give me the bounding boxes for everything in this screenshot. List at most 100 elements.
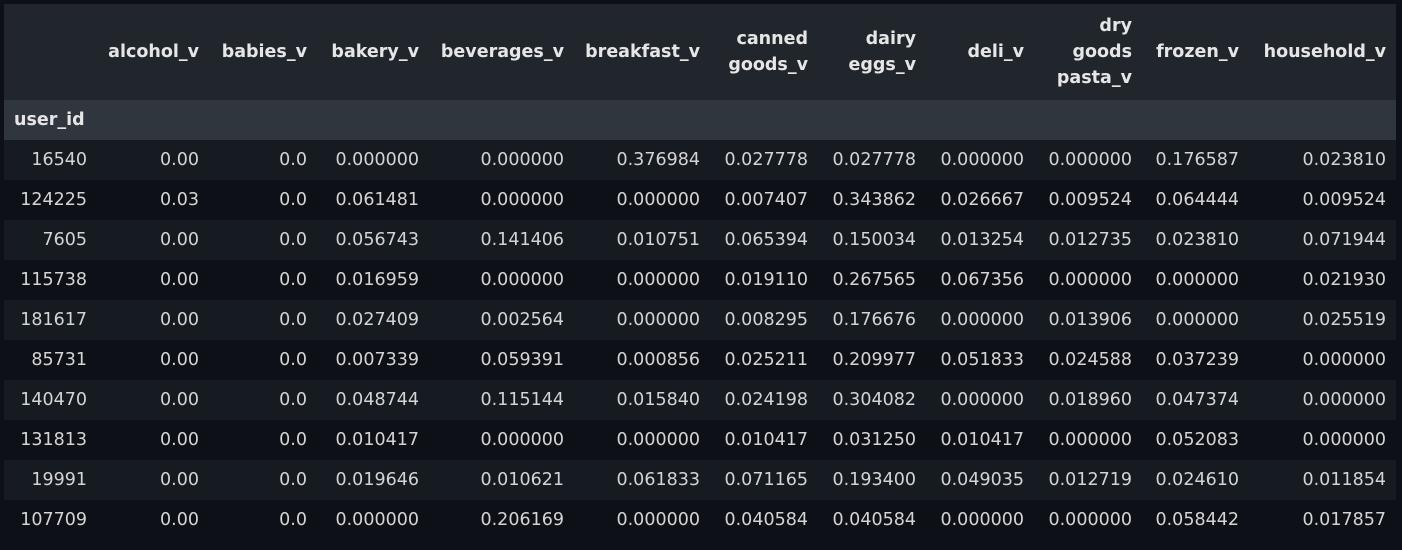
table-cell: 0.206169: [480, 510, 564, 530]
column-header-label: deli_v: [967, 39, 1024, 65]
table-row: 140470 0.00 0.0 0.048744 0.115144 0.015840 0.0…: [4, 380, 1396, 420]
table-cell: 0.010751: [616, 230, 700, 250]
table-cell: 0.343862: [832, 190, 916, 210]
table-cell: 0.049035: [940, 470, 1024, 490]
table-cell: 0.0: [279, 310, 307, 330]
table-cell: 0.000000: [616, 430, 700, 450]
table-cell: 0.0: [279, 230, 307, 250]
table-cell: 0.0: [279, 190, 307, 210]
table-cell: 0.00: [160, 470, 199, 490]
table-cell: 0.000000: [616, 510, 700, 530]
column-header-line: deli_v: [967, 42, 1024, 62]
table-cell: 0.013906: [1048, 310, 1132, 330]
table-cell: 0.065394: [724, 230, 808, 250]
table-cell: 0.024588: [1048, 350, 1132, 370]
row-index-cell: 85731: [31, 350, 87, 370]
table-cell: 0.267565: [832, 270, 916, 290]
table-cell: 0.0: [279, 350, 307, 370]
row-index-cell: 16540: [31, 150, 87, 170]
column-header: dry goods pasta_v: [1034, 4, 1142, 100]
column-header-label: alcohol_v: [108, 39, 199, 65]
row-index-cell: 181617: [20, 310, 87, 330]
column-header-label: bakery_v: [331, 39, 419, 65]
column-header-label: canned goods_v: [728, 26, 808, 78]
table-cell: 0.059391: [480, 350, 564, 370]
table-body: 16540 0.00 0.0 0.000000 0.000000 0.376984 0.02…: [4, 140, 1396, 540]
index-name-row-fill: [97, 100, 1396, 140]
table-cell: 0.000000: [1302, 390, 1386, 410]
column-header: babies_v: [209, 4, 317, 100]
table-cell: 0.037239: [1155, 350, 1239, 370]
table-cell: 0.000856: [616, 350, 700, 370]
table-cell: 0.000000: [1302, 350, 1386, 370]
table-cell: 0.067356: [940, 270, 1024, 290]
table-cell: 0.058442: [1155, 510, 1239, 530]
table-cell: 0.0: [279, 510, 307, 530]
table-cell: 0.000000: [1048, 150, 1132, 170]
table-cell: 0.024610: [1155, 470, 1239, 490]
dataframe-table: alcohol_v babies_v bakery_v beverages_v brea…: [4, 4, 1396, 540]
column-header-label: household_v: [1264, 39, 1386, 65]
table-row: 7605 0.00 0.0 0.056743 0.141406 0.010751 0.065…: [4, 220, 1396, 260]
table-row: 107709 0.00 0.0 0.000000 0.206169 0.000000 0.0…: [4, 500, 1396, 540]
row-index-cell: 131813: [20, 430, 87, 450]
table-cell: 0.376984: [616, 150, 700, 170]
column-header-label: breakfast_v: [585, 39, 700, 65]
table-cell: 0.017857: [1302, 510, 1386, 530]
column-header-label: dairy eggs_v: [849, 26, 917, 78]
table-row: 19991 0.00 0.0 0.019646 0.010621 0.061833 0.07…: [4, 460, 1396, 500]
table-cell: 0.0: [279, 430, 307, 450]
table-cell: 0.018960: [1048, 390, 1132, 410]
table-row: 85731 0.00 0.0 0.007339 0.059391 0.000856 0.02…: [4, 340, 1396, 380]
table-cell: 0.052083: [1155, 430, 1239, 450]
table-cell: 0.209977: [832, 350, 916, 370]
table-cell: 0.00: [160, 310, 199, 330]
table-row: 115738 0.00 0.0 0.016959 0.000000 0.000000 0.0…: [4, 260, 1396, 300]
table-cell: 0.071944: [1302, 230, 1386, 250]
column-header-line: beverages_v: [440, 42, 564, 62]
table-row: 124225 0.03 0.0 0.061481 0.000000 0.000000 0.0…: [4, 180, 1396, 220]
table-cell: 0.00: [160, 150, 199, 170]
column-header-line: goods: [1072, 42, 1132, 62]
table-cell: 0.013254: [940, 230, 1024, 250]
table-cell: 0.007407: [724, 190, 808, 210]
table-cell: 0.051833: [940, 350, 1024, 370]
table-cell: 0.027409: [335, 310, 419, 330]
table-cell: 0.00: [160, 430, 199, 450]
table-cell: 0.025519: [1302, 310, 1386, 330]
table-cell: 0.008295: [724, 310, 808, 330]
table-cell: 0.031250: [832, 430, 916, 450]
column-header: beverages_v: [429, 4, 574, 100]
table-cell: 0.000000: [1048, 270, 1132, 290]
column-header: alcohol_v: [97, 4, 209, 100]
column-header-line: frozen_v: [1156, 42, 1239, 62]
column-header-label: beverages_v: [441, 39, 564, 65]
table-cell: 0.012719: [1048, 470, 1132, 490]
table-cell: 0.000000: [1302, 430, 1386, 450]
table-cell: 0.064444: [1155, 190, 1239, 210]
column-header: canned goods_v: [710, 4, 818, 100]
column-header-line: goods_v: [728, 55, 808, 75]
table-cell: 0.00: [160, 230, 199, 250]
column-header-row: alcohol_v babies_v bakery_v beverages_v brea…: [4, 4, 1396, 100]
table-cell: 0.000000: [940, 310, 1024, 330]
table-cell: 0.000000: [940, 390, 1024, 410]
column-header: dairy eggs_v: [818, 4, 926, 100]
column-header-line: dairy: [865, 29, 916, 49]
column-header-line: pasta_v: [1056, 68, 1132, 88]
table-cell: 0.007339: [335, 350, 419, 370]
table-cell: 0.011854: [1302, 470, 1386, 490]
table-cell: 0.150034: [832, 230, 916, 250]
table-cell: 0.000000: [616, 270, 700, 290]
column-header-label: dry goods pasta_v: [1057, 13, 1132, 91]
table-cell: 0.000000: [1048, 430, 1132, 450]
table-cell: 0.027778: [832, 150, 916, 170]
column-header: frozen_v: [1142, 4, 1249, 100]
column-header-line: canned: [736, 29, 809, 49]
column-header-line: dry: [1099, 16, 1132, 36]
column-header-line: babies_v: [221, 42, 307, 62]
table-row: 131813 0.00 0.0 0.010417 0.000000 0.000000 0.0…: [4, 420, 1396, 460]
table-cell: 0.000000: [335, 150, 419, 170]
row-index-cell: 7605: [42, 230, 87, 250]
table-cell: 0.056743: [335, 230, 419, 250]
